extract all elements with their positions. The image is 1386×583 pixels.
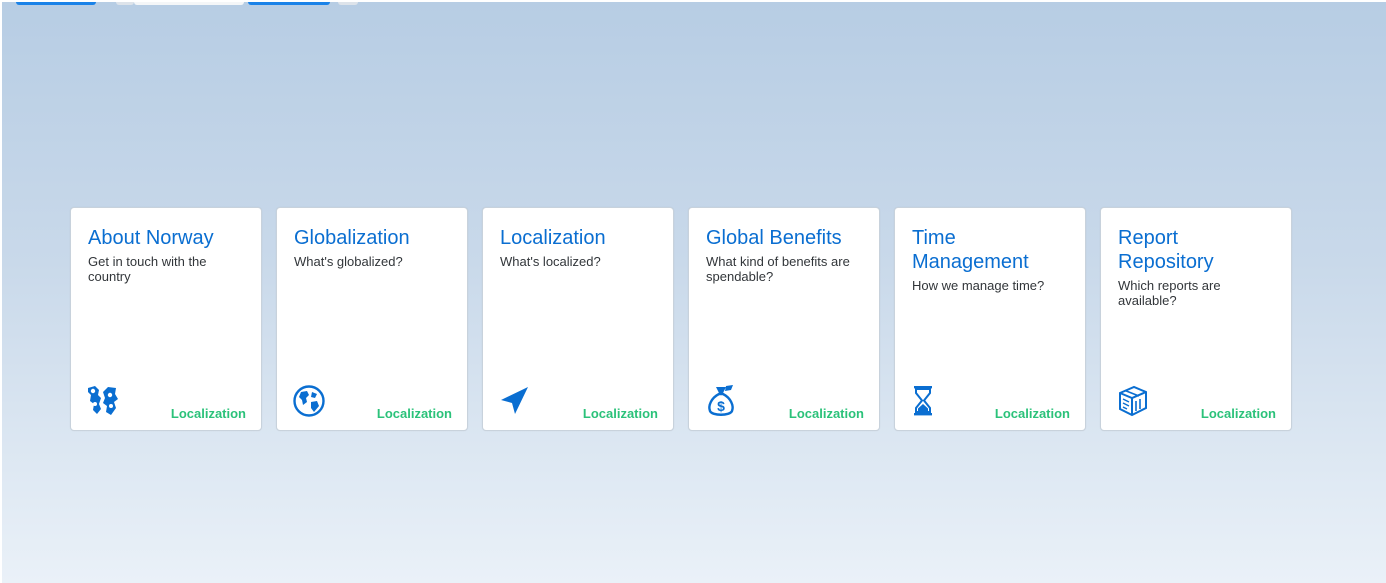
- tile-time-management[interactable]: Time Management How we manage time? Loca…: [894, 207, 1086, 431]
- top-tab-indicator[interactable]: [116, 2, 134, 5]
- tile-subtitle: Which reports are available?: [1118, 278, 1221, 308]
- tile-title: Localization: [500, 227, 606, 249]
- report-box-icon: [1116, 384, 1150, 418]
- map-icon: [86, 384, 120, 418]
- tile-title: Report Repository: [1118, 227, 1214, 273]
- tile-footer-label: Localization: [582, 406, 658, 421]
- svg-text:$: $: [717, 398, 725, 414]
- tile-subtitle: What's globalized?: [294, 254, 403, 269]
- tile-subtitle: What's localized?: [500, 254, 601, 269]
- tile-globalization[interactable]: Globalization What's globalized? Localiz…: [276, 207, 468, 431]
- tile-about-norway[interactable]: About Norway Get in touch with the count…: [70, 207, 262, 431]
- tile-footer-label: Localization: [1200, 406, 1276, 421]
- tile-footer-label: Localization: [170, 406, 246, 421]
- top-tab-strip: [2, 2, 362, 5]
- hourglass-icon: [910, 384, 944, 418]
- tile-global-benefits[interactable]: Global Benefits What kind of benefits ar…: [688, 207, 880, 431]
- globe-icon: [292, 384, 326, 418]
- tile-subtitle: What kind of benefits are spendable?: [706, 254, 850, 284]
- navigation-arrow-icon: [498, 384, 532, 418]
- money-bag-icon: $: [704, 384, 738, 418]
- tile-title: About Norway: [88, 227, 214, 249]
- tile-title: Time Management: [912, 227, 1029, 273]
- tile-subtitle: How we manage time?: [912, 278, 1045, 293]
- tile-title: Global Benefits: [706, 227, 842, 249]
- tile-localization[interactable]: Localization What's localized? Localizat…: [482, 207, 674, 431]
- tile-report-repository[interactable]: Report Repository Which reports are avai…: [1100, 207, 1292, 431]
- tile-footer-label: Localization: [994, 406, 1070, 421]
- launchpad-background: About Norway Get in touch with the count…: [2, 2, 1386, 583]
- tile-footer-label: Localization: [788, 406, 864, 421]
- top-tab-indicator[interactable]: [248, 2, 330, 5]
- tile-title: Globalization: [294, 227, 410, 249]
- tile-subtitle: Get in touch with the country: [88, 254, 207, 284]
- top-tab-indicator[interactable]: [16, 2, 96, 5]
- tile-group: About Norway Get in touch with the count…: [70, 207, 1292, 431]
- top-tab-indicator[interactable]: [134, 2, 244, 5]
- tile-footer-label: Localization: [376, 406, 452, 421]
- top-tab-indicator[interactable]: [338, 2, 358, 5]
